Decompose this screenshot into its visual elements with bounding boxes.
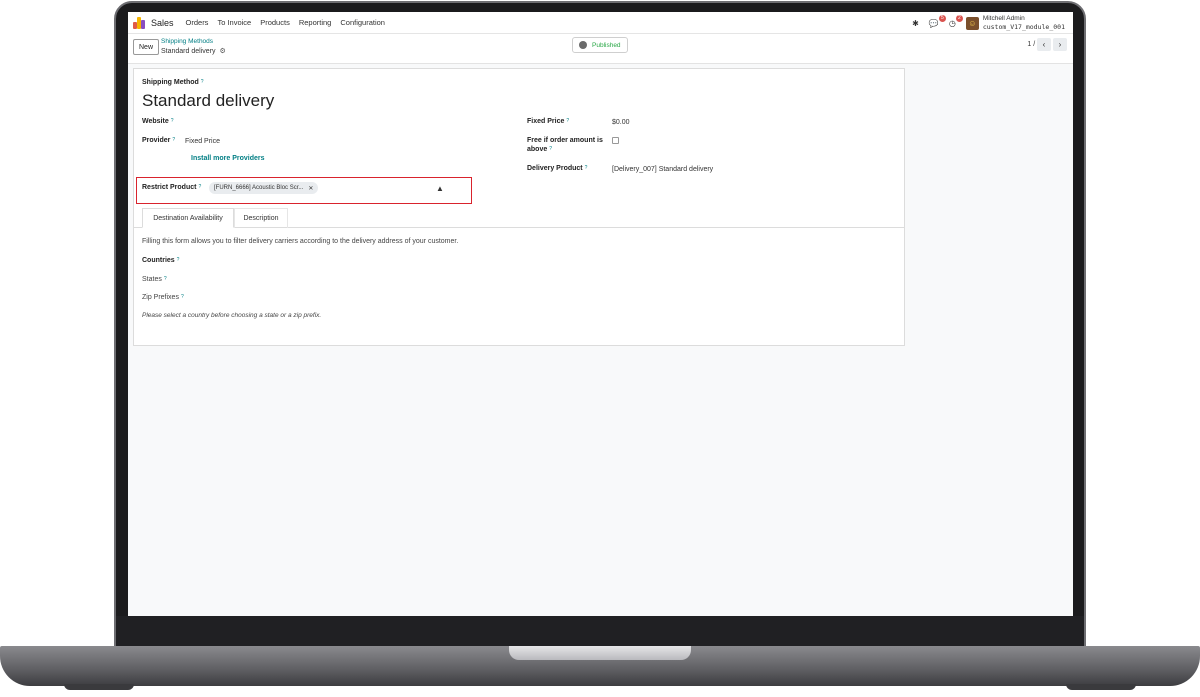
sales-app-icon[interactable] <box>133 16 145 29</box>
restrict-product-label: Restrict Product? <box>142 184 202 191</box>
control-panel: New Shipping Methods Standard delivery ⚙… <box>128 34 1073 64</box>
activities-badge: 2 <box>956 14 963 22</box>
tab-description[interactable]: Description <box>234 208 288 228</box>
top-navbar: Sales Orders To Invoice Products Reporti… <box>128 12 1073 34</box>
provider-field[interactable]: Fixed Price <box>185 138 220 145</box>
avatar[interactable]: ☺ <box>965 16 979 30</box>
laptop-foot-right <box>1066 684 1136 690</box>
screen: Sales Orders To Invoice Products Reporti… <box>128 12 1073 616</box>
menu-reporting[interactable]: Reporting <box>299 18 332 27</box>
form-sheet: Shipping Method? Standard delivery Websi… <box>133 68 905 346</box>
destination-description: Filling this form allows you to filter d… <box>142 238 459 245</box>
app-name[interactable]: Sales <box>151 18 174 28</box>
laptop-foot-left <box>64 684 134 690</box>
breadcrumb-current-label: Standard delivery <box>161 47 216 55</box>
tab-destination-availability[interactable]: Destination Availability <box>142 208 234 228</box>
laptop-bezel <box>116 616 1084 648</box>
warning-icon: ▲ <box>436 184 444 193</box>
systray: ✱ 💬 5 ◷ 2 ☺ Mitchell Admin custom_V17_modu… <box>912 14 1065 32</box>
delivery-product-label: Delivery Product? <box>527 165 588 172</box>
clock-icon[interactable]: ◷ 2 <box>949 14 963 28</box>
menu-products[interactable]: Products <box>260 18 290 27</box>
restrict-product-tag[interactable]: [FURN_6666] Acoustic Bloc Scr... ✕ <box>209 182 319 194</box>
menu-orders[interactable]: Orders <box>186 18 209 27</box>
database-name: custom_V17_module_001 <box>982 23 1065 31</box>
free-if-checkbox[interactable] <box>612 137 619 144</box>
install-providers-link[interactable]: Install more Providers <box>191 155 265 162</box>
fixed-price-field[interactable]: $0.00 <box>612 119 630 126</box>
close-icon[interactable]: ✕ <box>308 185 313 192</box>
user-menu[interactable]: Mitchell Admin custom_V17_module_001 <box>983 15 1065 31</box>
countries-label: Countries? <box>142 257 180 264</box>
breadcrumb-shipping-methods[interactable]: Shipping Methods <box>161 38 213 45</box>
menu-configuration[interactable]: Configuration <box>340 18 385 27</box>
shipping-method-label: Shipping Method? <box>142 79 204 86</box>
globe-icon <box>579 41 587 49</box>
page-title[interactable]: Standard delivery <box>142 91 274 111</box>
website-label: Website? <box>142 118 174 125</box>
chevron-right-icon[interactable]: › <box>1053 38 1067 51</box>
chat-icon[interactable]: 💬 5 <box>929 14 946 28</box>
delivery-product-field[interactable]: [Delivery_007] Standard delivery <box>612 166 713 173</box>
zip-prefixes-label: Zip Prefixes? <box>142 294 184 301</box>
restrict-product-tag-label: [FURN_6666] Acoustic Bloc Scr... <box>214 185 304 191</box>
gear-icon[interactable]: ⚙ <box>219 47 225 55</box>
chevron-left-icon[interactable]: ‹ <box>1037 38 1051 51</box>
free-if-label-2: above? <box>527 146 553 153</box>
published-label: Published <box>592 41 621 49</box>
free-if-label: Free if order amount is <box>527 137 603 144</box>
messages-badge: 5 <box>939 14 946 22</box>
published-button[interactable]: Published <box>572 37 628 53</box>
laptop-notch <box>509 646 691 660</box>
user-name: Mitchell Admin <box>982 15 1025 22</box>
breadcrumb-current: Standard delivery ⚙ <box>161 47 226 56</box>
new-button[interactable]: New <box>133 39 160 55</box>
states-label: States? <box>142 276 167 283</box>
fixed-price-label: Fixed Price? <box>527 118 570 125</box>
bug-icon[interactable]: ✱ <box>912 19 919 28</box>
country-note: Please select a country before choosing … <box>142 312 322 319</box>
provider-label: Provider? <box>142 137 176 144</box>
menu-to-invoice[interactable]: To Invoice <box>217 18 251 27</box>
